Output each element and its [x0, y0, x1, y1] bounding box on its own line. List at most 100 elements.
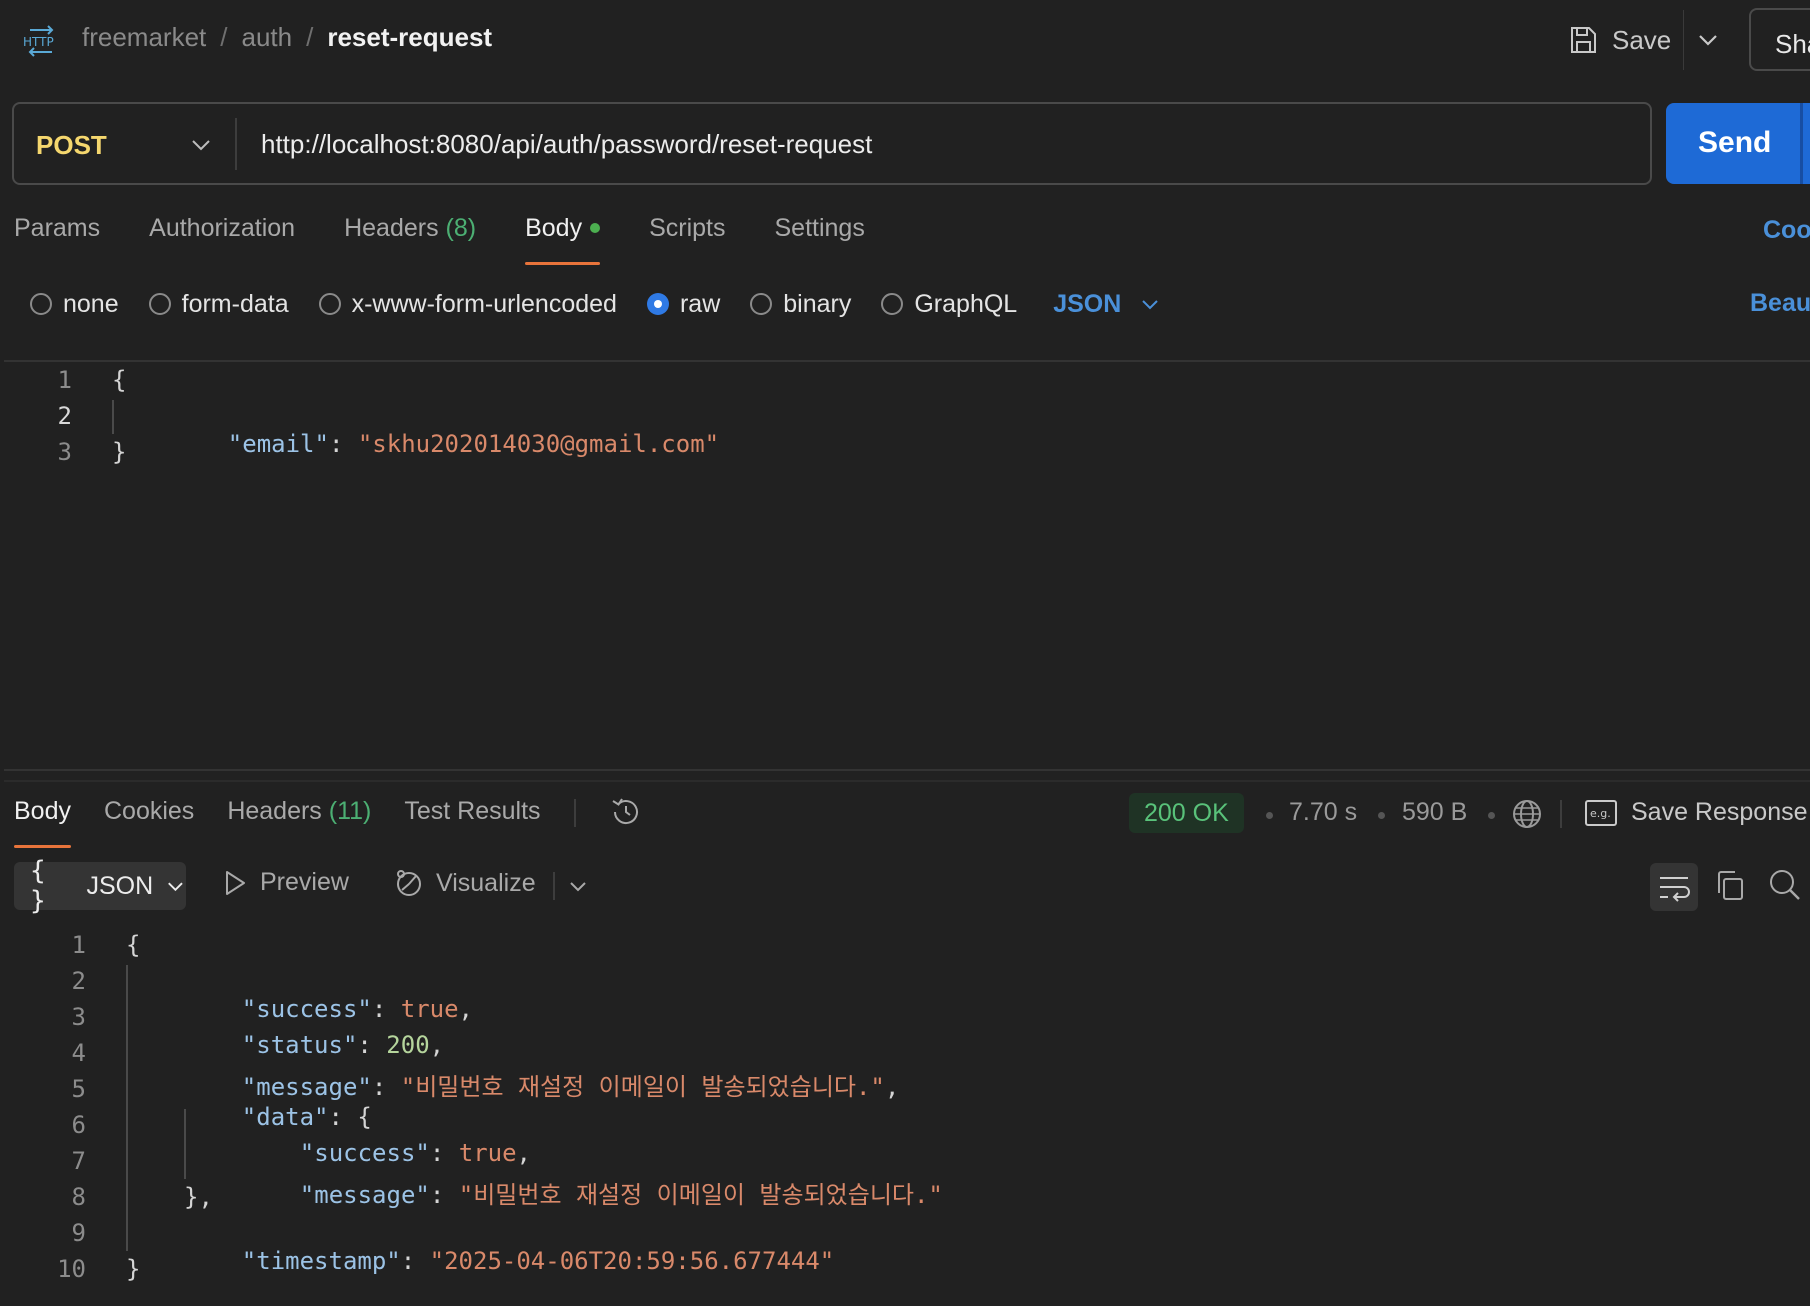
response-size[interactable]: 590 B: [1402, 798, 1467, 827]
http-icon: HTTP: [23, 25, 54, 57]
breadcrumb-separator: /: [220, 22, 228, 52]
line-number: 8: [71, 1183, 86, 1211]
svg-text:HTTP: HTTP: [23, 35, 54, 49]
history-icon[interactable]: [609, 795, 643, 829]
method-select[interactable]: POST: [36, 130, 107, 161]
top-bar: HTTP freemarket / auth / reset-request S…: [0, 0, 1810, 80]
copy-icon[interactable]: [1713, 868, 1747, 904]
tab-body-label: Body: [525, 214, 583, 242]
json-key: "email": [227, 430, 329, 458]
visualize-button[interactable]: Visualize: [394, 868, 536, 898]
tab-scripts[interactable]: Scripts: [649, 214, 725, 264]
json-string: "비밀번호 재설정 이메일이 발송되었습니다.": [400, 1073, 885, 1101]
visualize-label: Visualize: [436, 868, 536, 897]
code-brace-open: {: [112, 366, 127, 394]
chevron-down-icon[interactable]: [567, 875, 589, 897]
search-icon[interactable]: [1768, 868, 1802, 902]
json-colon: :: [429, 1181, 459, 1209]
code-line: "data": {: [184, 1075, 372, 1131]
divider: [573, 799, 576, 827]
wrap-lines-button[interactable]: [1650, 863, 1698, 911]
response-tab-cookies[interactable]: Cookies: [104, 797, 194, 847]
indent-guide: [112, 400, 114, 434]
url-input[interactable]: http://localhost:8080/api/auth/password/…: [261, 129, 872, 160]
body-type-binary[interactable]: binary: [750, 290, 851, 319]
line-number: 2: [71, 967, 86, 995]
breadcrumb-request-name[interactable]: reset-request: [327, 22, 492, 53]
tab-authorization[interactable]: Authorization: [149, 214, 295, 264]
breadcrumb-separator: /: [306, 22, 314, 52]
request-tabs: Params Authorization Headers (8) Body Sc…: [14, 214, 865, 265]
body-type-label: none: [63, 289, 119, 318]
chevron-down-icon[interactable]: [190, 134, 212, 156]
body-type-form-data[interactable]: form-data: [148, 289, 289, 319]
url-bar: POST http://localhost:8080/api/auth/pass…: [12, 102, 1652, 185]
preview-button[interactable]: Preview: [222, 868, 349, 897]
line-number: 1: [57, 366, 72, 394]
save-response-button[interactable]: e.g. Save Response: [1585, 798, 1808, 827]
body-type-label: x-www-form-urlencoded: [351, 289, 617, 318]
share-button[interactable]: Sha: [1749, 8, 1810, 71]
line-number: 10: [57, 1255, 86, 1283]
tab-settings[interactable]: Settings: [774, 214, 864, 264]
body-type-urlencoded[interactable]: x-www-form-urlencoded: [318, 289, 617, 319]
radio-button[interactable]: [750, 293, 773, 315]
globe-icon[interactable]: [1511, 798, 1543, 830]
save-button[interactable]: Save: [1568, 20, 1671, 60]
divider: [553, 872, 555, 900]
indent-guide: [126, 965, 128, 1251]
tab-body[interactable]: Body: [525, 214, 601, 265]
body-type-label: GraphQL: [914, 289, 1018, 318]
status-badge[interactable]: 200 OK: [1129, 793, 1244, 833]
body-type-graphql[interactable]: GraphQL: [881, 290, 1017, 319]
radio-button-selected[interactable]: [646, 293, 669, 315]
json-colon: :: [371, 1073, 401, 1101]
save-label: Save: [1612, 24, 1672, 55]
request-body-editor[interactable]: 1 2 3 { "email": "skhu202014030@gmail.co…: [0, 362, 1810, 762]
radio-button[interactable]: [318, 293, 341, 315]
pane-resize-divider[interactable]: [4, 769, 1810, 771]
radio-button[interactable]: [30, 293, 52, 315]
cookies-link[interactable]: Coo: [1763, 216, 1810, 245]
beautify-link[interactable]: Beaut: [1750, 289, 1810, 318]
svg-text:e.g.: e.g.: [1590, 807, 1611, 820]
wrap-icon: [1660, 877, 1690, 902]
chevron-down-icon: [1142, 300, 1159, 310]
body-type-none[interactable]: none: [30, 290, 119, 319]
response-time[interactable]: 7.70 s: [1289, 798, 1357, 827]
line-number: 7: [71, 1147, 86, 1175]
body-type-raw[interactable]: raw: [646, 290, 720, 319]
code-line: "success": true,: [242, 1111, 531, 1167]
radio-button[interactable]: [881, 293, 904, 315]
breadcrumb-collection[interactable]: freemarket: [82, 22, 206, 53]
code-line: "message": "비밀번호 재설정 이메일이 발송되었습니다.",: [184, 1039, 900, 1101]
chevron-down-icon[interactable]: [1696, 28, 1720, 52]
json-key: "message": [299, 1181, 430, 1209]
response-tab-body[interactable]: Body: [14, 797, 71, 848]
code-brace-close: }: [112, 438, 127, 466]
line-number: 9: [71, 1219, 86, 1247]
tab-params[interactable]: Params: [14, 214, 100, 264]
response-tab-headers[interactable]: Headers (11): [227, 797, 371, 847]
response-body-viewer[interactable]: 1 2 3 4 5 6 7 8 9 10 { "success": true, …: [0, 925, 1810, 1306]
body-type-options: none form-data x-www-form-urlencoded raw…: [30, 286, 1161, 322]
json-colon: :: [328, 430, 358, 458]
body-type-label: form-data: [181, 289, 289, 318]
breadcrumb-folder[interactable]: auth: [242, 22, 293, 53]
line-number: 5: [71, 1075, 86, 1103]
line-number: 3: [57, 438, 72, 466]
example-icon: e.g.: [1585, 799, 1617, 826]
language-label: JSON: [1053, 289, 1122, 318]
radio-button[interactable]: [148, 293, 171, 315]
line-number: 4: [71, 1039, 86, 1067]
tab-headers[interactable]: Headers (8): [344, 214, 476, 264]
separator-dot: [1266, 812, 1273, 819]
response-format-select[interactable]: { } JSON: [14, 856, 186, 916]
body-type-label: binary: [783, 289, 852, 318]
response-tab-test-results[interactable]: Test Results: [404, 797, 540, 847]
send-button[interactable]: Send: [1666, 103, 1810, 184]
divider: [235, 118, 237, 170]
line-number: 2: [57, 402, 72, 430]
code-line: "message": "비밀번호 재설정 이메일이 발송되었습니다.": [242, 1147, 943, 1209]
language-select[interactable]: JSON: [1053, 290, 1161, 319]
